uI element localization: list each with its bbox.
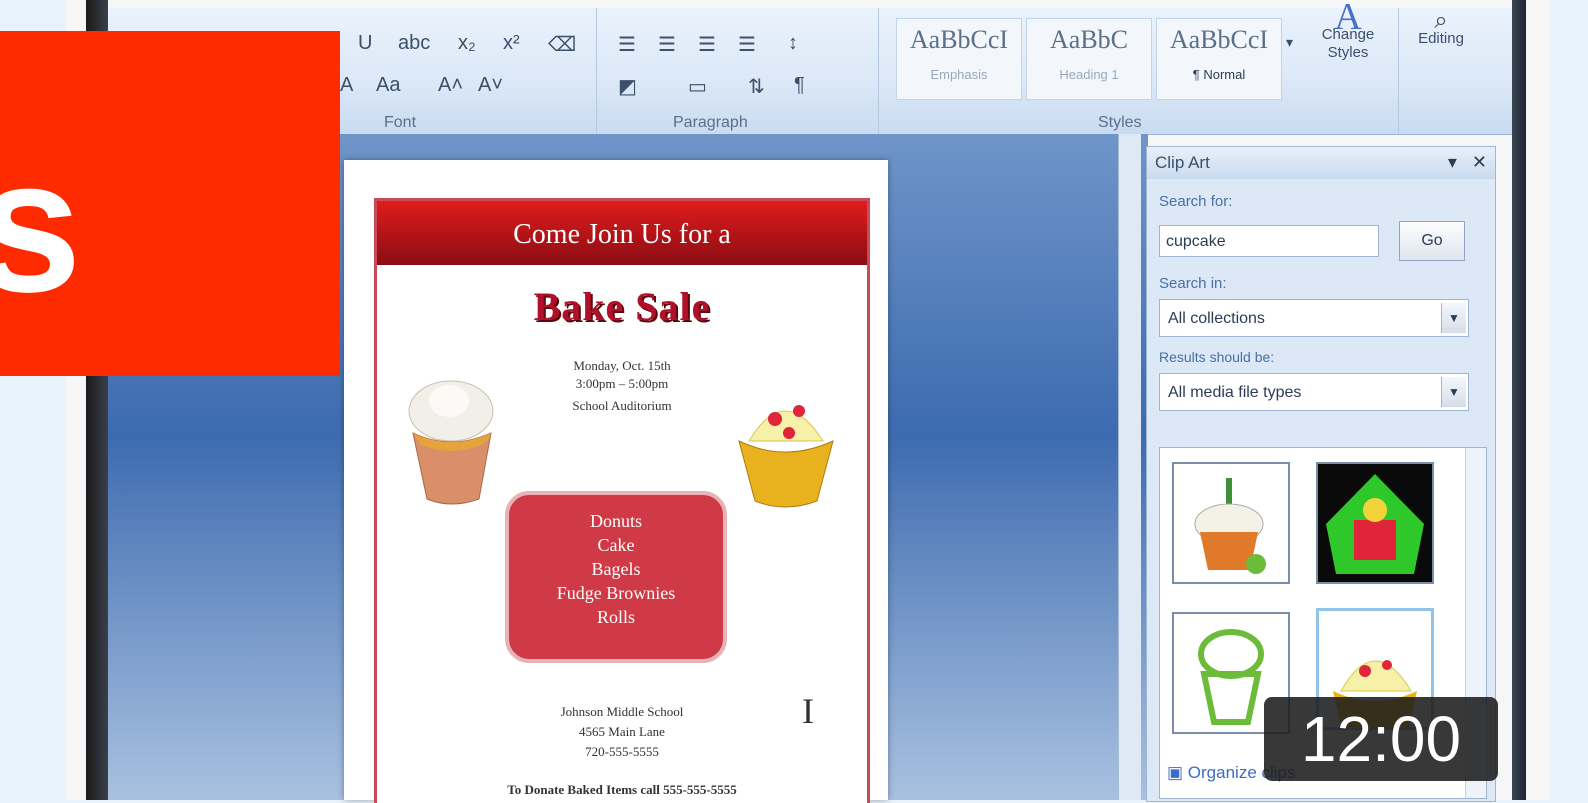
search-for-label: Search for:: [1159, 193, 1233, 210]
results-type-value: All media file types: [1168, 384, 1302, 401]
results-label: Results should be:: [1159, 349, 1275, 365]
vertical-scrollbar[interactable]: [1118, 134, 1141, 800]
paragraph-group-label: Paragraph: [673, 114, 748, 131]
editing-button[interactable]: ⌕ Editing: [1406, 7, 1476, 48]
ribbon-separator: [878, 8, 879, 134]
justify-icon[interactable]: ☰: [738, 32, 756, 57]
menu-item: Donuts: [589, 511, 642, 531]
align-center-icon[interactable]: ☰: [658, 32, 676, 57]
clip-art-thumbnail[interactable]: [1172, 462, 1290, 584]
address-line: Johnson Middle School: [560, 704, 684, 719]
panel-menu-icon[interactable]: ▾: [1448, 152, 1457, 172]
shrink-font-icon[interactable]: A˅: [478, 74, 503, 97]
editing-label: Editing: [1418, 30, 1464, 47]
style-sample: AaBbCcI: [909, 25, 1009, 54]
thumbnail-red-banner: s: [0, 31, 340, 376]
close-icon[interactable]: ✕: [1472, 152, 1487, 172]
panel-controls: ▾ ✕: [1448, 147, 1487, 177]
address-line: 720-555-5555: [585, 744, 659, 759]
menu-item: Bagels: [591, 559, 641, 579]
cupcake-candle-image: [1194, 478, 1266, 574]
change-styles-button[interactable]: A Change Styles: [1308, 0, 1388, 62]
align-left-icon[interactable]: ☰: [618, 32, 636, 57]
menu-item: Rolls: [596, 607, 635, 627]
change-case-icon[interactable]: Aa: [376, 74, 400, 97]
banner-letter: s: [0, 120, 82, 332]
cupcake-left-image[interactable]: [399, 371, 509, 511]
flyer-title: Bake Sale: [533, 284, 711, 329]
strikethrough-icon[interactable]: abc: [398, 32, 430, 55]
sort-icon[interactable]: ⇅: [748, 74, 765, 99]
style-caption: Emphasis: [930, 67, 988, 82]
text-cursor-icon: I: [802, 691, 814, 731]
search-in-select[interactable]: All collections ▼: [1159, 299, 1469, 337]
style-sample: AaBbCcI: [1169, 25, 1269, 54]
green-cupcake-image: [1318, 464, 1432, 582]
search-input[interactable]: cupcake: [1159, 225, 1379, 257]
flyer-header: Come Join Us for a: [377, 201, 867, 265]
grow-font-icon[interactable]: A˄: [438, 74, 463, 97]
change-styles-label: Change Styles: [1321, 26, 1375, 61]
align-right-icon[interactable]: ☰: [698, 32, 716, 57]
style-heading-1[interactable]: AaBbC Heading 1: [1026, 18, 1152, 100]
change-styles-icon: A: [1334, 0, 1362, 38]
style-normal[interactable]: AaBbCcI ¶ Normal: [1156, 18, 1282, 100]
subscript-icon[interactable]: x₂: [458, 32, 476, 55]
address-line: 4565 Main Lane: [579, 724, 665, 739]
menu-box[interactable]: Donuts Cake Bagels Fudge Brownies Rolls: [505, 491, 727, 663]
search-in-value: All collections: [1168, 310, 1265, 327]
results-type-select[interactable]: All media file types ▼: [1159, 373, 1469, 411]
shading-icon[interactable]: ◩: [618, 74, 637, 99]
dropdown-arrow-icon[interactable]: ▼: [1441, 303, 1466, 333]
ribbon-separator: [596, 8, 597, 134]
superscript-icon[interactable]: x²: [503, 32, 520, 55]
styles-more-icon[interactable]: ▾: [1286, 34, 1293, 51]
video-duration-badge: 12:00: [1264, 697, 1498, 781]
borders-icon[interactable]: ▭: [688, 74, 707, 99]
font-group-label: Font: [384, 114, 417, 131]
flyer[interactable]: Come Join Us for a Bake Sale Monday, Oct…: [374, 198, 870, 803]
organize-clips-icon: ▣: [1167, 763, 1184, 782]
binoculars-icon: ⌕: [1434, 7, 1448, 34]
styles-group-label: Styles: [1098, 114, 1142, 131]
cupcake-right-image[interactable]: [729, 371, 841, 511]
underline-icon[interactable]: U: [358, 32, 372, 55]
dropdown-arrow-icon[interactable]: ▼: [1441, 377, 1466, 407]
line-spacing-icon[interactable]: ↕: [788, 32, 798, 55]
panel-title: Clip Art: [1147, 147, 1495, 179]
style-sample: AaBbC: [1050, 25, 1128, 54]
search-in-label: Search in:: [1159, 275, 1227, 292]
flyer-footer: To Donate Baked Items call 555-555-5555: [507, 782, 737, 797]
style-emphasis[interactable]: AaBbCcI Emphasis: [896, 18, 1022, 100]
style-caption: ¶ Normal: [1192, 67, 1246, 82]
clear-formatting-icon[interactable]: ⌫: [548, 32, 576, 57]
menu-item: Fudge Brownies: [556, 583, 676, 603]
font-color-icon[interactable]: A: [340, 74, 353, 97]
style-caption: Heading 1: [1059, 67, 1119, 82]
show-hide-icon[interactable]: ¶: [794, 74, 805, 97]
clip-art-thumbnail[interactable]: [1316, 462, 1434, 584]
menu-item: Cake: [597, 535, 635, 555]
window-border-right: [1512, 0, 1526, 800]
go-button[interactable]: Go: [1399, 221, 1465, 261]
ribbon-separator: [1398, 8, 1399, 134]
